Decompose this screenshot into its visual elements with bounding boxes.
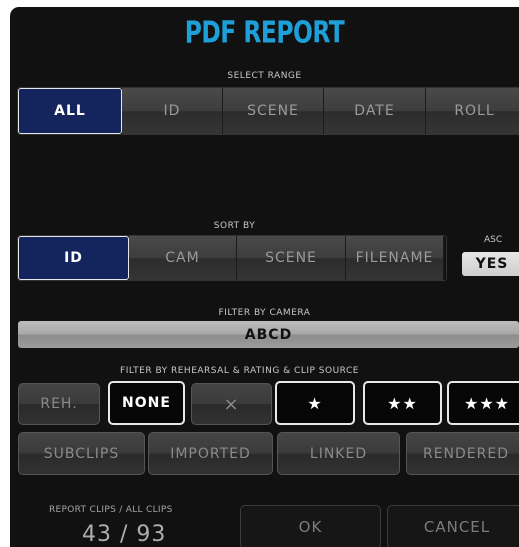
- range-option-all[interactable]: ALL: [18, 88, 122, 134]
- clear-filter-button[interactable]: ×: [191, 383, 272, 425]
- range-option-id[interactable]: ID: [122, 88, 223, 134]
- select-range-label: SELECT RANGE: [227, 71, 302, 81]
- sort-option-scene[interactable]: SCENE: [237, 236, 346, 280]
- pdf-report-dialog: PDF REPORT SELECT RANGE ALL ID SCENE DAT…: [10, 7, 519, 547]
- close-icon: ×: [223, 393, 240, 415]
- filter-camera-label: FILTER BY CAMERA: [218, 308, 311, 318]
- rehearsal-toggle-button[interactable]: REH.: [18, 383, 100, 425]
- sort-option-id[interactable]: ID: [18, 236, 129, 280]
- three-stars-icon: ★★★: [463, 393, 511, 413]
- two-stars-icon: ★★: [387, 393, 418, 413]
- sort-option-cam[interactable]: CAM: [129, 236, 237, 280]
- cancel-button[interactable]: CANCEL: [387, 505, 519, 547]
- sort-by-segmented: ID CAM SCENE FILENAME: [17, 235, 447, 281]
- sort-by-label: SORT BY: [213, 221, 256, 231]
- rating-two-star-button[interactable]: ★★: [363, 381, 442, 425]
- sort-option-filename[interactable]: FILENAME: [346, 236, 444, 280]
- rating-none-button[interactable]: NONE: [108, 381, 185, 425]
- subclips-button[interactable]: SUBCLIPS: [18, 432, 145, 475]
- imported-button[interactable]: IMPORTED: [148, 432, 273, 475]
- asc-toggle-button[interactable]: YES: [462, 252, 519, 276]
- range-option-roll[interactable]: ROLL: [426, 88, 519, 134]
- clip-counter-value: 43 / 93: [82, 522, 167, 547]
- star-icon: ★: [307, 393, 323, 413]
- rendered-button[interactable]: RENDERED: [406, 432, 519, 475]
- clip-counter-label: REPORT CLIPS / ALL CLIPS: [49, 505, 173, 515]
- dialog-title: PDF REPORT: [184, 16, 345, 51]
- rating-one-star-button[interactable]: ★: [275, 381, 355, 425]
- range-option-date[interactable]: DATE: [324, 88, 426, 134]
- ok-button[interactable]: OK: [240, 505, 381, 547]
- select-range-segmented: ALL ID SCENE DATE ROLL: [17, 87, 519, 135]
- filter-rehearsal-label: FILTER BY REHEARSAL & RATING & CLIP SOUR…: [120, 366, 359, 376]
- asc-label: ASC: [484, 235, 503, 245]
- range-option-scene[interactable]: SCENE: [223, 88, 324, 134]
- linked-button[interactable]: LINKED: [277, 432, 400, 475]
- rating-three-star-button[interactable]: ★★★: [447, 381, 519, 425]
- camera-filter-bar[interactable]: ABCD: [18, 321, 519, 348]
